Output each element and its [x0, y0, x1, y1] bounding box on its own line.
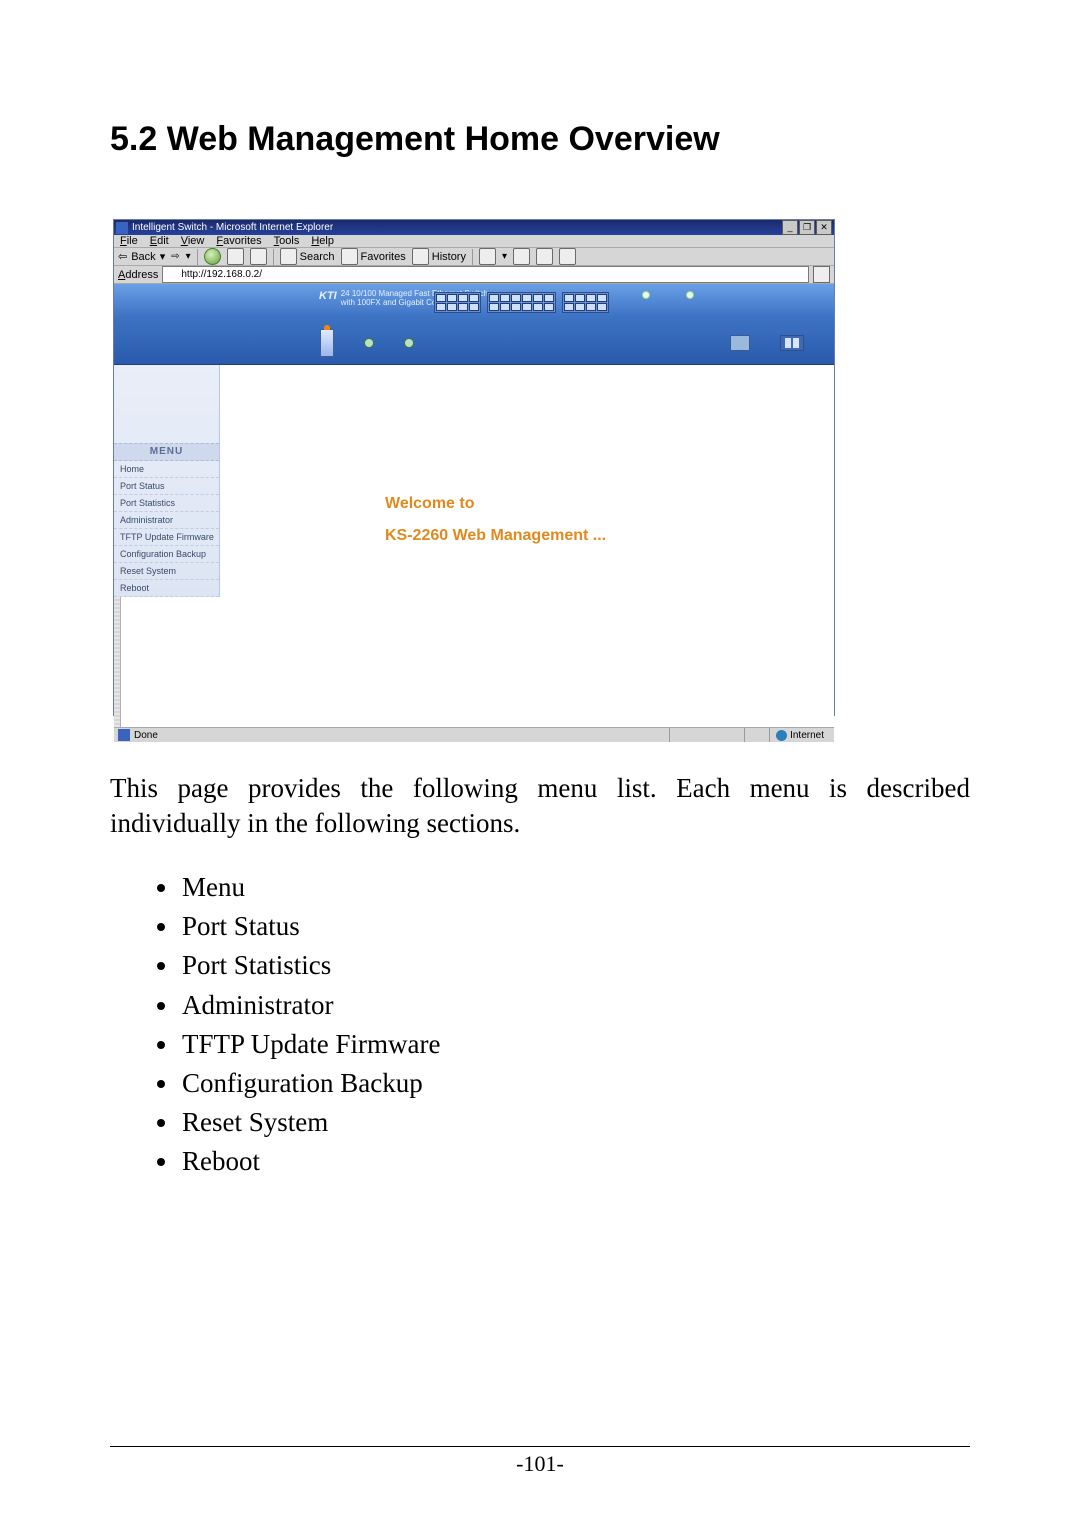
back-arrow-icon: ⇦	[118, 250, 127, 263]
sidebar-item-port-status[interactable]: Port Status	[114, 478, 219, 495]
back-dropdown-icon: ▾	[160, 250, 166, 263]
sidebar-item-reset[interactable]: Reset System	[114, 563, 219, 580]
list-item: Configuration Backup	[180, 1064, 970, 1103]
menu-list: Menu Port Status Port Statistics Adminis…	[110, 868, 970, 1181]
toolbar-separator	[273, 249, 274, 265]
module-slot-icon	[730, 335, 750, 351]
internet-zone-icon	[776, 730, 787, 741]
section-heading: 5.2 Web Management Home Overview	[110, 120, 970, 159]
status-text: Done	[134, 730, 158, 741]
activity-led-icon	[404, 338, 414, 348]
toolbar-separator	[472, 249, 473, 265]
menu-view[interactable]: View	[181, 235, 205, 247]
back-label: Back	[131, 251, 155, 263]
status-led-icon	[642, 291, 650, 299]
menu-edit[interactable]: Edit	[150, 235, 169, 247]
power-indicator-icon	[320, 329, 334, 357]
brand-logo: KTI	[319, 290, 337, 302]
toolbar-dropdown-icon: ▾	[186, 251, 191, 262]
status-zone-label: Internet	[790, 730, 824, 741]
status-zone: Internet	[769, 728, 830, 742]
list-item: TFTP Update Firmware	[180, 1025, 970, 1064]
list-item: Menu	[180, 868, 970, 907]
page-number: -101-	[110, 1451, 970, 1477]
sidebar-item-administrator[interactable]: Administrator	[114, 512, 219, 529]
list-item: Port Status	[180, 907, 970, 946]
welcome-line2: KS-2260 Web Management ...	[385, 527, 606, 545]
sidebar-item-tftp[interactable]: TFTP Update Firmware	[114, 529, 219, 546]
list-item: Administrator	[180, 986, 970, 1025]
stop-icon[interactable]	[204, 248, 221, 265]
status-cell	[669, 728, 740, 742]
back-button[interactable]: ⇦ Back ▾	[118, 250, 165, 263]
welcome-line1: Welcome to	[385, 495, 475, 513]
home-icon[interactable]	[250, 248, 267, 265]
sidebar: MENU Home Port Status Port Statistics Ad…	[114, 365, 220, 597]
statusbar: Done Internet	[114, 727, 834, 742]
list-item: Reboot	[180, 1142, 970, 1181]
ie-icon	[116, 222, 128, 234]
discuss-icon[interactable]	[559, 248, 576, 265]
mail-dropdown-icon: ▾	[502, 251, 507, 262]
list-item: Reset System	[180, 1103, 970, 1142]
intro-paragraph: This page provides the following menu li…	[110, 771, 970, 840]
main-content: Welcome to KS-2260 Web Management ...	[220, 365, 834, 597]
favorites-icon	[341, 248, 358, 265]
edit-icon[interactable]	[536, 248, 553, 265]
go-button[interactable]	[813, 266, 830, 283]
menu-file[interactable]: File	[120, 235, 138, 247]
status-led-icon	[686, 291, 694, 299]
search-icon	[280, 248, 297, 265]
maximize-button[interactable]: ❐	[799, 220, 815, 235]
switch-port-graphic	[434, 292, 609, 313]
frame-border	[114, 597, 121, 727]
window-title: Intelligent Switch - Microsoft Internet …	[132, 222, 778, 233]
address-bar: Address	[114, 266, 834, 284]
device-header-graphic: KTI 24 10/100 Managed Fast Ethernet Swit…	[114, 284, 834, 365]
menubar: File Edit View Favorites Tools Help	[114, 235, 834, 248]
activity-led-icon	[364, 338, 374, 348]
minimize-button[interactable]: _	[782, 220, 798, 235]
toolbar-separator	[197, 249, 198, 265]
search-button[interactable]: Search	[280, 248, 335, 265]
forward-button[interactable]: ⇨	[171, 251, 179, 262]
sidebar-header: MENU	[114, 443, 219, 461]
menu-help[interactable]: Help	[311, 235, 334, 247]
sidebar-item-config-backup[interactable]: Configuration Backup	[114, 546, 219, 563]
status-cell	[744, 728, 765, 742]
print-icon[interactable]	[513, 248, 530, 265]
browser-screenshot: Intelligent Switch - Microsoft Internet …	[113, 219, 835, 716]
list-item: Port Statistics	[180, 946, 970, 985]
close-button[interactable]: ✕	[816, 220, 832, 235]
address-label: Address	[118, 269, 158, 281]
sidebar-item-reboot[interactable]: Reboot	[114, 580, 219, 597]
window-titlebar: Intelligent Switch - Microsoft Internet …	[114, 220, 834, 235]
favorites-button[interactable]: Favorites	[341, 248, 406, 265]
menu-tools[interactable]: Tools	[274, 235, 300, 247]
history-icon	[412, 248, 429, 265]
module-slot-icon	[780, 335, 804, 351]
sidebar-item-port-statistics[interactable]: Port Statistics	[114, 495, 219, 512]
address-input[interactable]	[162, 266, 809, 283]
toolbar: ⇦ Back ▾ ⇨ ▾ Search Favorites History ▾	[114, 248, 834, 266]
ie-page-icon	[118, 729, 130, 741]
history-button[interactable]: History	[412, 248, 466, 265]
mail-icon[interactable]	[479, 248, 496, 265]
refresh-icon[interactable]	[227, 248, 244, 265]
blank-area	[121, 597, 834, 727]
menu-favorites[interactable]: Favorites	[216, 235, 261, 247]
page-footer: -101-	[110, 1438, 970, 1477]
sidebar-item-home[interactable]: Home	[114, 461, 219, 478]
